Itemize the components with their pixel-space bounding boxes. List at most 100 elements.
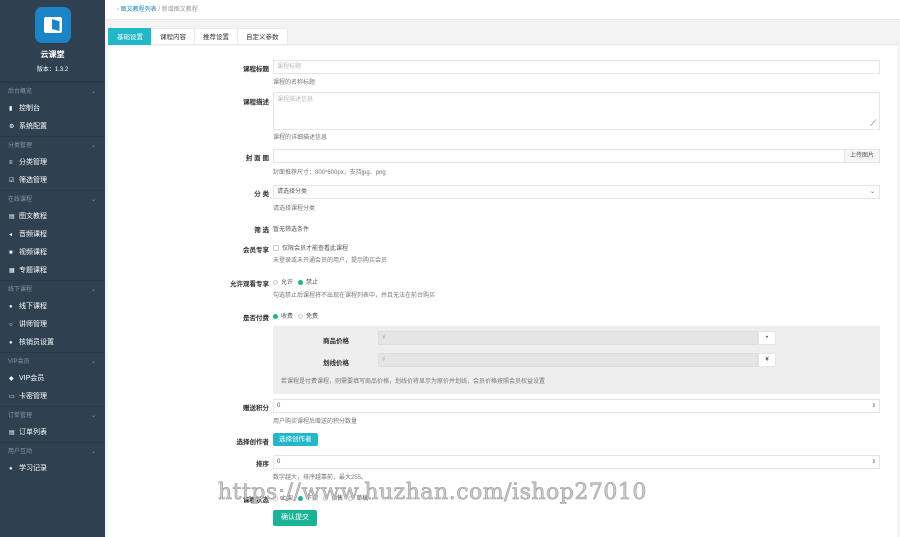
sidebar-item-label: 视频课程	[19, 249, 47, 256]
sidebar-item-label: 筛选管理	[19, 177, 47, 184]
tab-content[interactable]: 课程内容	[151, 28, 195, 45]
sale-price-input[interactable]: ¥	[378, 353, 758, 367]
sidebar-item-label: 讲师管理	[19, 321, 47, 328]
sidebar-item[interactable]: ● 学习记录	[0, 460, 105, 478]
sidebar-nav: 后台概览 ⌄ ▮ 控制台 ⚙ 系统配置 分类管理 ⌄ ≡ 分类管理 ☑ 筛选管理 在线课程 ⌄ ▤ 图文教程 ◂…	[0, 82, 105, 478]
cover-input[interactable]	[273, 149, 845, 163]
chevron-down-icon: ⌄	[90, 89, 96, 95]
breadcrumb: ‹ 图文教程列表 / 新增图文教程	[105, 0, 900, 20]
sidebar-item-label: 线下课程	[19, 303, 47, 310]
category-select[interactable]: 请选择分类 ⌄	[273, 185, 880, 199]
sort-input[interactable]: 0 ⇕	[273, 455, 880, 469]
sidebar-item[interactable]: ▭ 卡密管理	[0, 388, 105, 406]
paid-radio[interactable]	[273, 313, 278, 319]
desc-label: 课程描述	[243, 99, 269, 106]
sidebar: 云课堂 版本：1.3.2 后台概览 ⌄ ▮ 控制台 ⚙ 系统配置 分类管理 ⌄ ≡ 分类管理 ☑ 筛选…	[0, 0, 105, 537]
sort-label: 排序	[256, 461, 269, 468]
breadcrumb-parent[interactable]: 图文教程列表	[121, 7, 157, 13]
member-only-option[interactable]: 仅限会员才能查看此课程	[273, 243, 348, 252]
upload-image-button[interactable]: 上传图片	[844, 149, 880, 163]
sidebar-item-label: 分类管理	[19, 159, 47, 166]
sidebar-item-label: 系统配置	[19, 123, 47, 130]
chevron-down-icon: ⌄	[90, 413, 96, 419]
sidebar-item[interactable]: ◂ 音频课程	[0, 226, 105, 244]
nav-group-label: 后台概览	[8, 89, 33, 95]
sidebar-item[interactable]: ▦ 专题课程	[0, 262, 105, 280]
sidebar-item-label: 订单列表	[19, 429, 47, 436]
member-only-help: 未登录或未开通会员的用户，提示购买会员	[273, 258, 388, 264]
sidebar-item[interactable]: ● 核销员设置	[0, 334, 105, 352]
allow-no-radio[interactable]	[298, 279, 304, 285]
free-radio[interactable]	[298, 313, 304, 319]
sidebar-item[interactable]: ⚙ 系统配置	[0, 118, 105, 136]
nav-group-label: 订单管理	[8, 413, 33, 419]
doc-icon: ▤	[9, 214, 15, 220]
sidebar-item-label: 核销员设置	[19, 339, 54, 346]
chart-icon: ▮	[9, 106, 13, 112]
nav-group-header[interactable]: 后台概览 ⌄	[0, 82, 105, 100]
member-only-label: 会员专享	[243, 247, 269, 254]
price-help: 若课程是付费课程，则需要填写商品价格，划线价将显示为原价并划线，会员价格按照会员…	[281, 379, 546, 385]
price-label: 商品价格	[323, 338, 349, 345]
category-help: 请选择课程分类	[273, 206, 316, 212]
filter-value: 暂无筛选条件	[273, 227, 310, 233]
main-content: ‹ 图文教程列表 / 新增图文教程 基础设置 课程内容 推荐设置 自定义参数 课…	[105, 0, 900, 537]
sidebar-item-label: 专题课程	[19, 267, 47, 274]
sidebar-item[interactable]: ◆ VIP会员	[0, 370, 105, 388]
nav-group-header[interactable]: 分类管理 ⌄	[0, 136, 105, 154]
watermark-text: https://www.huzhan.com/ishop27010	[218, 480, 647, 506]
points-help: 用户购买课程后赠送的积分数量	[273, 419, 358, 425]
nav-group-header[interactable]: 在线课程 ⌄	[0, 190, 105, 208]
points-input[interactable]: 0 ⇕	[273, 399, 880, 413]
orders-icon: ▤	[9, 430, 15, 436]
breadcrumb-current: 新增图文教程	[161, 7, 198, 13]
video-icon: ■	[9, 250, 13, 256]
member-only-text: 仅限会员才能查看此课程	[282, 246, 349, 252]
sidebar-item[interactable]: ▮ 控制台	[0, 100, 105, 118]
category-value: 请选择分类	[277, 189, 308, 195]
nav-group-header[interactable]: 线下课程 ⌄	[0, 280, 105, 298]
member-only-checkbox[interactable]	[273, 245, 279, 252]
sidebar-item[interactable]: ▤ 图文教程	[0, 208, 105, 226]
resize-icon[interactable]: ⟋	[870, 118, 876, 129]
tab-recommend[interactable]: 推荐设置	[194, 28, 238, 45]
sidebar-item[interactable]: ☑ 筛选管理	[0, 172, 105, 190]
sidebar-item[interactable]: ○ 讲师管理	[0, 316, 105, 334]
select-author-button[interactable]: 选择创作者	[273, 433, 318, 446]
tab-custom-params[interactable]: 自定义参数	[237, 28, 288, 45]
stepper-icon[interactable]: ⇕	[872, 400, 876, 412]
points-value: 0	[277, 403, 281, 409]
chevron-down-icon: ⌄	[90, 449, 96, 455]
nav-group-header[interactable]: 订单管理 ⌄	[0, 406, 105, 424]
title-label: 课程标题	[243, 66, 269, 73]
circle-icon: ○	[9, 322, 13, 328]
allow-label: 允许观看专享	[230, 281, 269, 288]
sidebar-item[interactable]: ● 线下课程	[0, 298, 105, 316]
stepper-icon[interactable]: ⇕	[872, 456, 876, 468]
sidebar-item[interactable]: ▤ 订单列表	[0, 424, 105, 442]
sale-price-addon: ¥	[758, 353, 776, 367]
submit-button[interactable]: 确认提交	[273, 510, 317, 526]
list-icon: ≡	[9, 160, 13, 166]
price-input[interactable]: ¥	[378, 331, 758, 345]
price-box: 商品价格 ¥ • 划线价格 ¥ ¥ 若课程是付费课程，则需要填写商品价格，划线价…	[273, 326, 880, 394]
sidebar-item[interactable]: ■ 视频课程	[0, 244, 105, 262]
nav-group-header[interactable]: VIP会员 ⌄	[0, 352, 105, 370]
allow-yes-radio[interactable]	[273, 279, 278, 285]
nav-group-label: VIP会员	[8, 359, 30, 365]
nav-group-label: 分类管理	[8, 143, 33, 149]
form-panel: 课程标题 课程标题 课程的名称标题 课程描述 课程描述信息 ⟋ 课程的详细描述信…	[108, 46, 897, 537]
paid-text: 收费	[281, 314, 294, 320]
app-logo	[34, 7, 71, 43]
nav-group-header[interactable]: 用户互动 ⌄	[0, 442, 105, 460]
title-input[interactable]: 课程标题	[273, 60, 880, 74]
check-icon: ☑	[9, 178, 15, 184]
brand: 云课堂 版本：1.3.2	[0, 0, 105, 82]
book-icon: ▦	[9, 268, 15, 274]
desc-textarea[interactable]: 课程描述信息	[273, 92, 880, 130]
title-help: 课程的名称标题	[273, 80, 316, 86]
pay-label: 是否付费	[243, 315, 269, 322]
sidebar-item-label: VIP会员	[19, 375, 45, 382]
tab-basic[interactable]: 基础设置	[108, 28, 152, 45]
sidebar-item[interactable]: ≡ 分类管理	[0, 154, 105, 172]
